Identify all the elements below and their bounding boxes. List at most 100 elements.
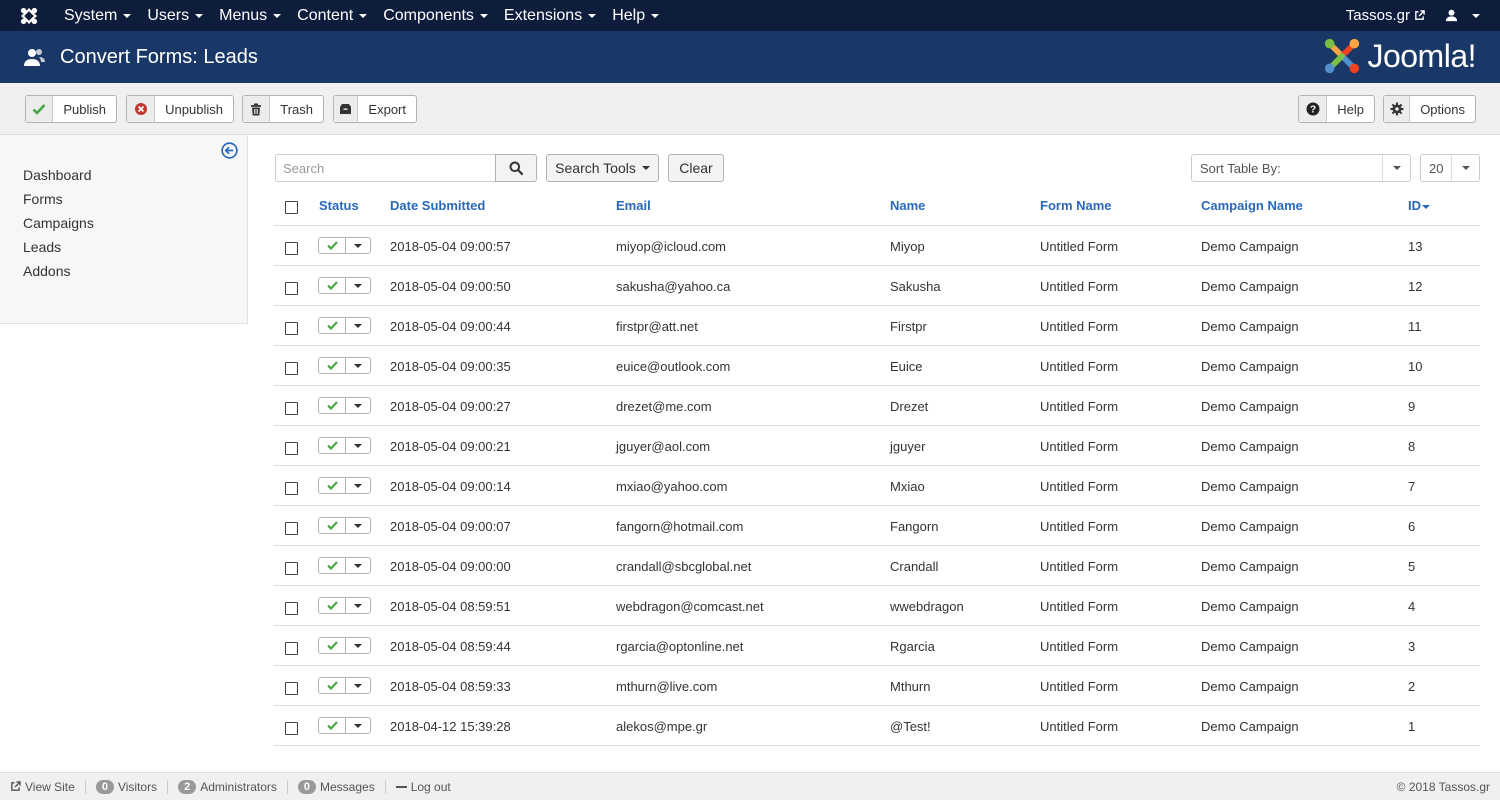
users-icon xyxy=(24,45,48,69)
row-checkbox[interactable] xyxy=(285,322,298,335)
row-checkbox[interactable] xyxy=(285,482,298,495)
row-checkbox[interactable] xyxy=(285,442,298,455)
row-checkbox[interactable] xyxy=(285,402,298,415)
header-email[interactable]: Email xyxy=(616,198,651,213)
published-check-icon[interactable] xyxy=(319,718,346,733)
status-dropdown[interactable] xyxy=(346,278,370,293)
status-dropdown[interactable] xyxy=(346,318,370,333)
help-button[interactable]: ? Help xyxy=(1298,95,1375,123)
email-cell[interactable]: alekos@mpe.gr xyxy=(616,719,707,734)
status-dropdown[interactable] xyxy=(346,638,370,653)
sidebar-item-leads[interactable]: Leads xyxy=(23,239,94,263)
header-date[interactable]: Date Submitted xyxy=(390,198,485,213)
status-dropdown[interactable] xyxy=(346,718,370,733)
menu-content[interactable]: Content xyxy=(291,0,373,31)
published-check-icon[interactable] xyxy=(319,678,346,693)
row-checkbox[interactable] xyxy=(285,562,298,575)
email-cell[interactable]: crandall@sbcglobal.net xyxy=(616,559,751,574)
header-id[interactable]: ID xyxy=(1408,198,1430,213)
email-cell[interactable]: rgarcia@optonline.net xyxy=(616,639,743,654)
limit-select[interactable]: 20 xyxy=(1420,154,1480,182)
email-cell[interactable]: mthurn@live.com xyxy=(616,679,717,694)
email-cell[interactable]: euice@outlook.com xyxy=(616,359,730,374)
logout-link[interactable]: Log out xyxy=(386,780,461,794)
external-link-icon xyxy=(11,781,21,791)
joomla-icon[interactable] xyxy=(0,0,58,31)
email-cell[interactable]: webdragon@comcast.net xyxy=(616,599,764,614)
unpublish-button[interactable]: Unpublish xyxy=(126,95,234,123)
status-dropdown[interactable] xyxy=(346,558,370,573)
menu-extensions[interactable]: Extensions xyxy=(498,0,602,31)
row-checkbox[interactable] xyxy=(285,522,298,535)
email-cell[interactable]: drezet@me.com xyxy=(616,399,712,414)
sidebar-item-forms[interactable]: Forms xyxy=(23,191,94,215)
page-title: Convert Forms: Leads xyxy=(60,45,258,68)
toolbar: Publish Unpublish Trash Export ? Help Op… xyxy=(0,83,1500,135)
published-check-icon[interactable] xyxy=(319,318,346,333)
select-all-checkbox[interactable] xyxy=(285,201,298,214)
arrow-left-circle-icon[interactable] xyxy=(221,142,238,162)
row-checkbox[interactable] xyxy=(285,642,298,655)
user-menu[interactable] xyxy=(1435,9,1500,22)
email-cell[interactable]: jguyer@aol.com xyxy=(616,439,710,454)
table-header: Status Date Submitted Email Name Form Na… xyxy=(274,189,1480,226)
menu-system[interactable]: System xyxy=(58,0,137,31)
sort-select[interactable]: Sort Table By: xyxy=(1191,154,1411,182)
status-dropdown[interactable] xyxy=(346,518,370,533)
published-check-icon[interactable] xyxy=(319,438,346,453)
messages-link[interactable]: 0 Messages xyxy=(288,779,386,794)
publish-label: Publish xyxy=(63,101,106,117)
row-checkbox[interactable] xyxy=(285,282,298,295)
status-dropdown[interactable] xyxy=(346,438,370,453)
published-check-icon[interactable] xyxy=(319,598,346,613)
row-checkbox[interactable] xyxy=(285,242,298,255)
status-dropdown[interactable] xyxy=(346,238,370,253)
search-input[interactable] xyxy=(275,154,495,182)
sidebar-item-dashboard[interactable]: Dashboard xyxy=(23,167,94,191)
search-button[interactable] xyxy=(495,154,537,182)
header-campaign[interactable]: Campaign Name xyxy=(1201,198,1303,213)
email-cell[interactable]: sakusha@yahoo.ca xyxy=(616,279,730,294)
header-name[interactable]: Name xyxy=(890,198,925,213)
published-check-icon[interactable] xyxy=(319,478,346,493)
email-cell[interactable]: mxiao@yahoo.com xyxy=(616,479,727,494)
published-check-icon[interactable] xyxy=(319,398,346,413)
status-dropdown[interactable] xyxy=(346,598,370,613)
row-checkbox[interactable] xyxy=(285,602,298,615)
site-link[interactable]: Tassos.gr xyxy=(1336,7,1435,24)
menu-menus[interactable]: Menus xyxy=(213,0,287,31)
published-check-icon[interactable] xyxy=(319,238,346,253)
published-check-icon[interactable] xyxy=(319,518,346,533)
menu-users[interactable]: Users xyxy=(141,0,209,31)
messages-count: 0 xyxy=(297,779,316,794)
search-tools-button[interactable]: Search Tools xyxy=(546,154,659,182)
header-status[interactable]: Status xyxy=(319,198,359,213)
status-dropdown[interactable] xyxy=(346,478,370,493)
published-check-icon[interactable] xyxy=(319,638,346,653)
header-form[interactable]: Form Name xyxy=(1040,198,1112,213)
email-cell[interactable]: firstpr@att.net xyxy=(616,319,698,334)
sidebar-item-addons[interactable]: Addons xyxy=(23,263,94,287)
menu-help[interactable]: Help xyxy=(606,0,665,31)
published-check-icon[interactable] xyxy=(319,278,346,293)
row-checkbox[interactable] xyxy=(285,362,298,375)
row-checkbox[interactable] xyxy=(285,682,298,695)
published-check-icon[interactable] xyxy=(319,558,346,573)
publish-button[interactable]: Publish xyxy=(25,95,117,123)
joomla-wordmark: Joomla! xyxy=(1367,37,1476,74)
email-cell[interactable]: miyop@icloud.com xyxy=(616,239,726,254)
menu-components[interactable]: Components xyxy=(377,0,494,31)
status-dropdown[interactable] xyxy=(346,398,370,413)
published-check-icon[interactable] xyxy=(319,358,346,373)
sidebar-item-campaigns[interactable]: Campaigns xyxy=(23,215,94,239)
options-button[interactable]: Options xyxy=(1383,95,1476,123)
trash-button[interactable]: Trash xyxy=(242,95,324,123)
status-dropdown[interactable] xyxy=(346,358,370,373)
view-site-link[interactable]: View Site xyxy=(0,779,86,794)
search-tools-label: Search Tools xyxy=(555,160,636,176)
status-dropdown[interactable] xyxy=(346,678,370,693)
clear-button[interactable]: Clear xyxy=(668,154,724,182)
row-checkbox[interactable] xyxy=(285,722,298,735)
export-button[interactable]: Export xyxy=(333,95,417,123)
email-cell[interactable]: fangorn@hotmail.com xyxy=(616,519,743,534)
